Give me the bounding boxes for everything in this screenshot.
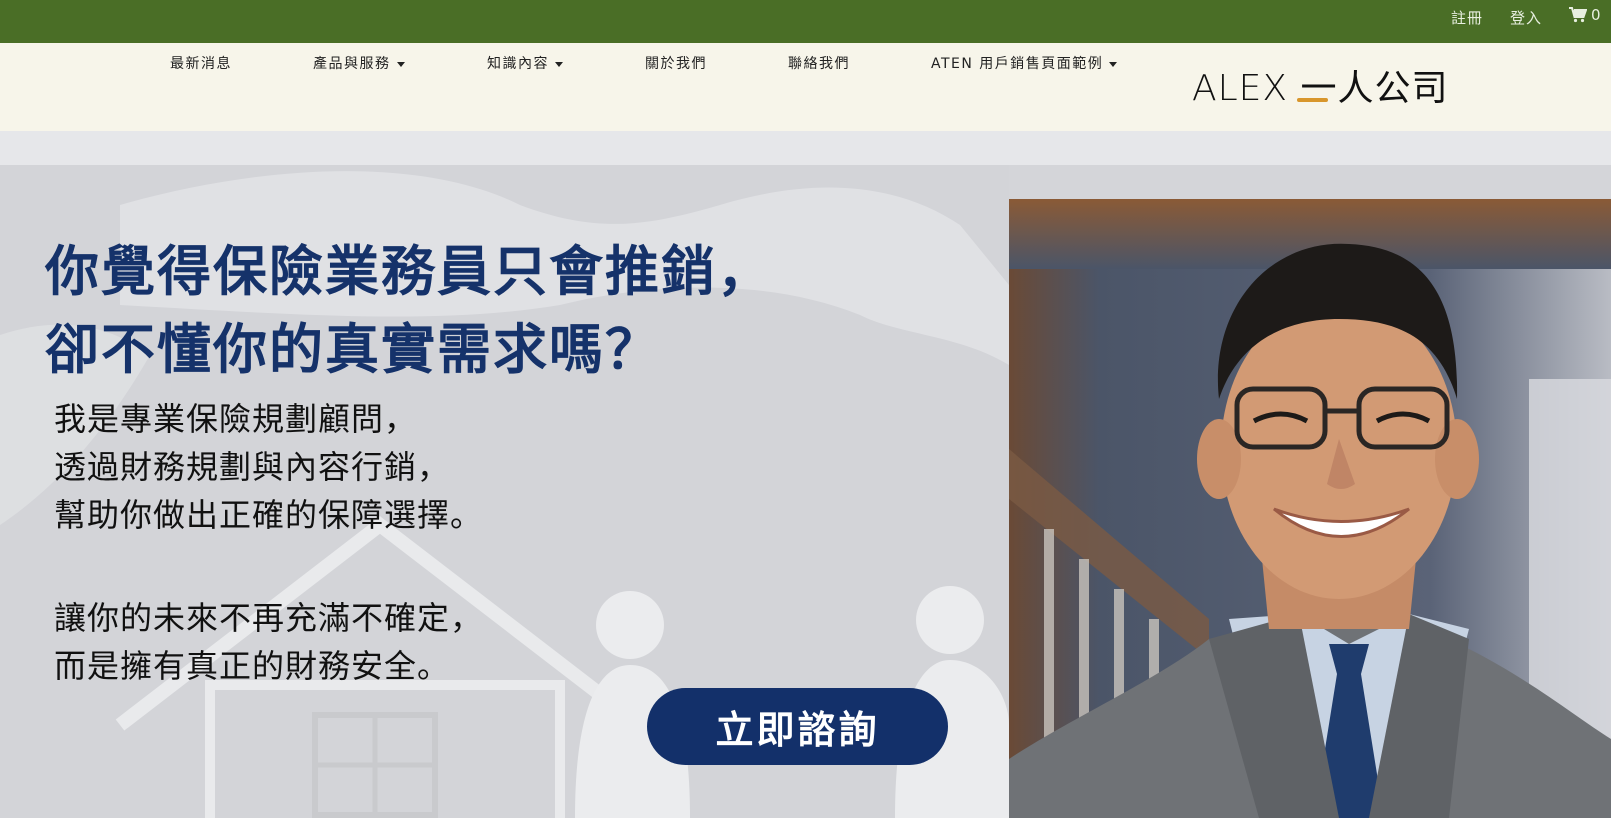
hero-promise-line: 讓你的未來不再充滿不確定，	[54, 599, 484, 637]
cart-count: 0	[1591, 6, 1601, 24]
section-divider	[0, 131, 1611, 165]
main-navigation: 最新消息 產品與服務 知識內容 關於我們 聯絡我們 ATEN 用戶銷售頁面範例 …	[0, 43, 1611, 131]
hero-section: 你覺得保險業務員只會推銷， 卻不懂你的真實需求嗎？ 我是專業保險規劃顧問， 透過…	[0, 165, 1611, 818]
site-logo[interactable]: ALEX 一人公司	[1192, 59, 1449, 111]
nav-item-label: 最新消息	[170, 56, 232, 72]
chevron-down-icon	[396, 62, 405, 67]
nav-item-label: 聯絡我們	[788, 56, 850, 72]
cart-icon	[1569, 7, 1587, 23]
consult-now-button[interactable]: 立即諮詢	[647, 688, 948, 765]
nav-item-label: ATEN 用戶銷售頁面範例	[931, 56, 1104, 72]
chevron-down-icon	[1109, 62, 1118, 67]
nav-item-label: 產品與服務	[313, 56, 391, 72]
hero-intro-line: 透過財務規劃與內容行銷，	[54, 448, 451, 486]
nav-item-label: 關於我們	[645, 56, 707, 72]
nav-item-about[interactable]: 關於我們	[645, 53, 707, 73]
hero-promise-line: 而是擁有真正的財務安全。	[54, 647, 451, 685]
hero-headline-line: 你覺得保險業務員只會推銷，	[45, 240, 773, 303]
hero-headline-line: 卻不懂你的真實需求嗎？	[45, 318, 661, 381]
hero-intro-paragraph: 我是專業保險規劃顧問， 透過財務規劃與內容行銷， 幫助你做出正確的保障選擇。	[54, 395, 483, 539]
chevron-down-icon	[555, 62, 563, 67]
nav-item-aten-sales[interactable]: ATEN 用戶銷售頁面範例	[931, 53, 1118, 73]
cart-button[interactable]: 0	[1569, 6, 1601, 24]
hero-intro-line: 我是專業保險規劃顧問，	[54, 400, 418, 438]
top-utility-bar: 註冊 登入 0	[0, 0, 1611, 43]
hero-intro-line: 幫助你做出正確的保障選擇。	[54, 496, 484, 534]
hero-promise-paragraph: 讓你的未來不再充滿不確定， 而是擁有真正的財務安全。	[54, 594, 483, 690]
nav-item-knowledge[interactable]: 知識內容	[487, 53, 563, 73]
nav-item-label: 知識內容	[487, 56, 549, 72]
advisor-portrait	[1009, 199, 1611, 818]
nav-item-news[interactable]: 最新消息	[170, 53, 232, 73]
register-link[interactable]: 註冊	[1451, 7, 1483, 28]
login-link[interactable]: 登入	[1510, 7, 1542, 28]
hero-headline: 你覺得保險業務員只會推銷， 卻不懂你的真實需求嗎？	[45, 233, 773, 389]
logo-accent-bar	[1297, 98, 1328, 102]
nav-item-products[interactable]: 產品與服務	[313, 53, 405, 73]
nav-item-contact[interactable]: 聯絡我們	[788, 53, 850, 73]
